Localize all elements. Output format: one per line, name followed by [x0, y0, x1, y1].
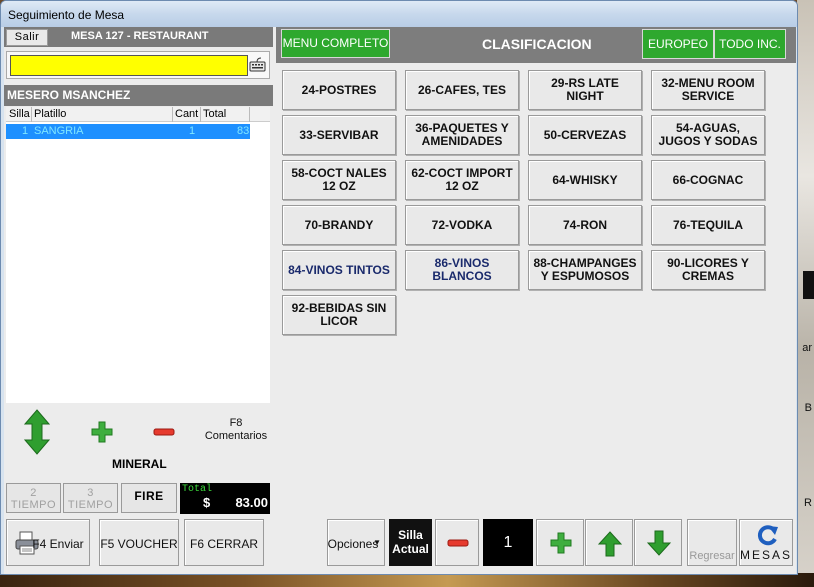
search-box: [6, 51, 270, 79]
f5-label: F5 VOUCHER: [100, 537, 178, 551]
comentarios-button[interactable]: F8 Comentarios: [201, 417, 271, 443]
dropdown-arrow-icon: ▼: [373, 538, 381, 547]
silla-actual-label: Silla Actual: [389, 519, 432, 566]
column-header: Total: [203, 108, 227, 120]
total-currency: $: [203, 495, 211, 510]
left-panel: Salir MESA 127 - RESTAURANT MESERO MSANC…: [4, 27, 273, 574]
f4-enviar-button[interactable]: F4 Enviar: [6, 519, 90, 566]
europeo-button[interactable]: EUROPEO: [642, 29, 714, 59]
category-button[interactable]: 26-CAFES, TES: [405, 70, 519, 110]
category-button[interactable]: 58-COCT NALES 12 OZ: [282, 160, 396, 200]
bottom-toolbar: F4 Enviar F5 VOUCHER F6 CERRAR Opciones …: [4, 517, 796, 574]
arrow-up-icon: [598, 531, 622, 557]
seat-decrement-button[interactable]: [435, 519, 479, 566]
menu-header: MENU COMPLETO CLASIFICACION EUROPEO TODO…: [276, 27, 796, 63]
row-total: 83: [237, 125, 250, 137]
category-button[interactable]: 76-TEQUILA: [651, 205, 765, 245]
opciones-dropdown[interactable]: Opciones ▼: [327, 519, 385, 566]
category-button[interactable]: 66-COGNAC: [651, 160, 765, 200]
column-header: Platillo: [34, 108, 67, 120]
category-button[interactable]: 62-COCT IMPORT 12 OZ: [405, 160, 519, 200]
search-input[interactable]: [10, 55, 248, 76]
seat-number: 1: [483, 519, 533, 566]
table-row[interactable]: 1 SANGRIA 1 83: [6, 124, 250, 139]
todo-inc-button[interactable]: TODO INC.: [714, 29, 786, 59]
refresh-icon: [757, 525, 778, 546]
background-text: R: [804, 497, 812, 509]
row-silla: 1: [22, 125, 29, 137]
up-down-arrow-icon[interactable]: [24, 409, 50, 455]
f8-label: F8: [229, 417, 243, 429]
f4-label: F4 Enviar: [32, 537, 84, 551]
row-platillo: SANGRIA: [34, 125, 84, 137]
comentarios-label: Comentarios: [204, 430, 268, 442]
category-button[interactable]: 50-CERVEZAS: [528, 115, 642, 155]
category-button[interactable]: 92-BEBIDAS SIN LICOR: [282, 295, 396, 335]
menu-panel: MENU COMPLETO CLASIFICACION EUROPEO TODO…: [276, 27, 796, 516]
category-button[interactable]: 54-AGUAS, JUGOS Y SODAS: [651, 115, 765, 155]
category-button[interactable]: 84-VINOS TINTOS: [282, 250, 396, 290]
category-button[interactable]: 70-BRANDY: [282, 205, 396, 245]
category-button[interactable]: 74-RON: [528, 205, 642, 245]
order-table-header: Silla Platillo Cant Total: [6, 107, 270, 122]
total-display: Total $ 83.00: [180, 483, 270, 514]
tiempo-3-number: 3: [87, 487, 94, 499]
move-up-button[interactable]: [585, 519, 633, 566]
fire-button[interactable]: FIRE: [121, 483, 177, 513]
background-text: ar: [802, 342, 812, 354]
arrow-down-icon: [647, 530, 671, 556]
keyboard-icon[interactable]: [249, 57, 266, 73]
category-button[interactable]: 36-PAQUETES Y AMENIDADES: [405, 115, 519, 155]
category-button[interactable]: 29-RS LATE NIGHT: [528, 70, 642, 110]
clasificacion-title: CLASIFICACION: [482, 36, 592, 52]
f5-voucher-button[interactable]: F5 VOUCHER: [99, 519, 179, 566]
menu-completo-button[interactable]: MENU COMPLETO: [281, 29, 390, 58]
window-title: Seguimiento de Mesa: [8, 8, 125, 22]
seguimiento-window: Seguimiento de Mesa Salir MESA 127 - RES…: [0, 0, 798, 575]
tiempo-2-label: TIEMPO: [10, 499, 57, 511]
tiempo-2-number: 2: [30, 487, 37, 499]
f6-label: F6 CERRAR: [189, 537, 258, 551]
tiempo-2-button[interactable]: 2 TIEMPO: [6, 483, 61, 513]
move-down-button[interactable]: [634, 519, 682, 566]
plus-icon: [550, 532, 572, 554]
category-button[interactable]: 72-VODKA: [405, 205, 519, 245]
tiempo-3-button[interactable]: 3 TIEMPO: [63, 483, 118, 513]
mesas-label: MESAS: [740, 548, 793, 562]
background-block: [803, 271, 814, 299]
plus-icon[interactable]: [91, 421, 113, 443]
category-button[interactable]: 64-WHISKY: [528, 160, 642, 200]
f6-cerrar-button[interactable]: F6 CERRAR: [184, 519, 264, 566]
title-bar: Seguimiento de Mesa: [1, 1, 797, 27]
window-client: Salir MESA 127 - RESTAURANT MESERO MSANC…: [4, 27, 796, 574]
category-button[interactable]: 24-POSTRES: [282, 70, 396, 110]
category-button[interactable]: 88-CHAMPANGES Y ESPUMOSOS: [528, 250, 642, 290]
mesas-button[interactable]: MESAS: [739, 519, 793, 566]
tiempo-3-label: TIEMPO: [67, 499, 114, 511]
waiter-label: MESERO MSANCHEZ: [4, 85, 273, 106]
regresar-button[interactable]: Regresar: [687, 519, 737, 566]
mesa-header: Salir MESA 127 - RESTAURANT: [4, 27, 273, 47]
regresar-label: Regresar: [689, 550, 735, 562]
minus-icon: [447, 539, 469, 547]
salir-button[interactable]: Salir: [6, 29, 48, 46]
category-button[interactable]: 90-LICORES Y CREMAS: [651, 250, 765, 290]
row-cant: 1: [189, 125, 196, 137]
order-table: Silla Platillo Cant Total 1 SANGRIA 1 83: [6, 107, 270, 403]
total-label: Total: [182, 484, 213, 495]
background-taskbar: [0, 573, 814, 587]
minus-icon[interactable]: [153, 426, 175, 438]
column-header: Cant: [175, 108, 199, 120]
category-button[interactable]: 86-VINOS BLANCOS: [405, 250, 519, 290]
category-button[interactable]: 33-SERVIBAR: [282, 115, 396, 155]
seat-increment-button[interactable]: [536, 519, 584, 566]
background-desktop: ar B R: [797, 0, 814, 587]
total-amount: 83.00: [235, 495, 268, 510]
mesa-label: MESA 127 - RESTAURANT: [71, 30, 209, 42]
selected-item-label: MINERAL: [112, 457, 167, 471]
column-header: Silla: [9, 108, 30, 120]
category-button[interactable]: 32-MENU ROOM SERVICE: [651, 70, 765, 110]
background-text: B: [804, 402, 812, 414]
